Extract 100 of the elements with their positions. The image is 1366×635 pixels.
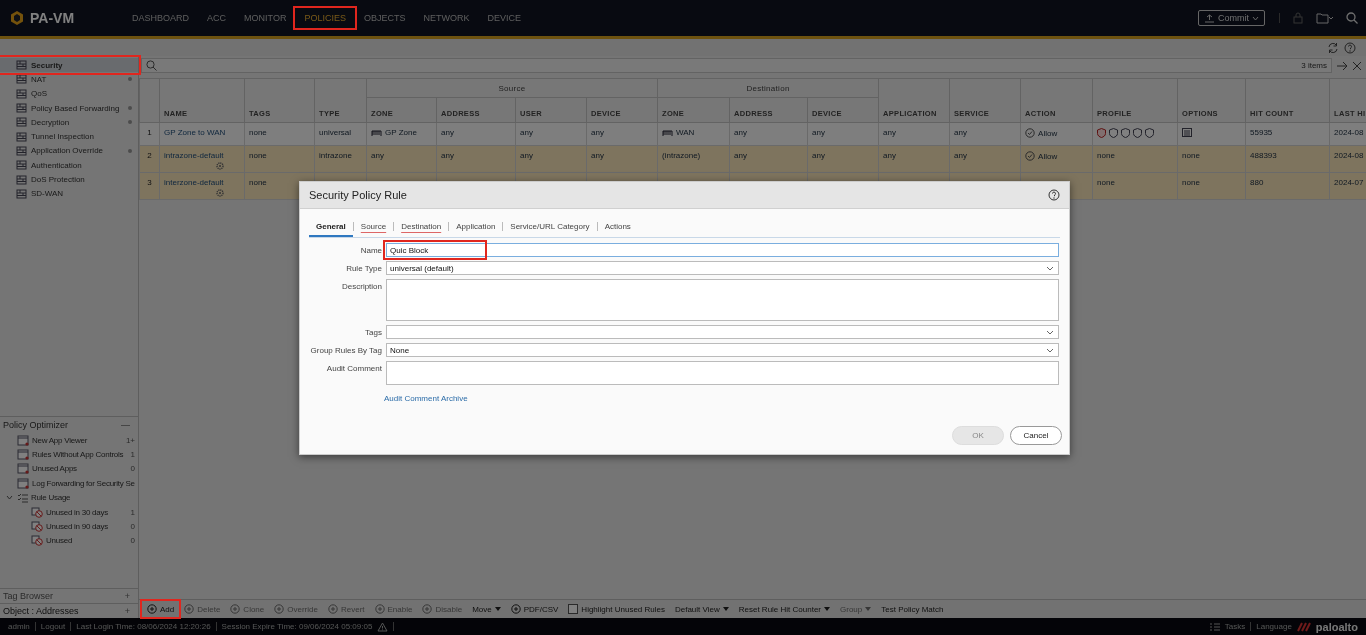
dropdown-field[interactable]: universal (default) <box>386 261 1059 275</box>
search-field[interactable]: 3 items <box>141 58 1332 73</box>
zone-icon <box>662 128 674 137</box>
logout-link[interactable]: Logout <box>40 622 66 631</box>
expand-toggle[interactable]: + <box>124 606 130 616</box>
dialog-tab[interactable]: Application <box>449 221 503 237</box>
options-icon <box>1182 128 1193 137</box>
policy-nav-item[interactable]: SD-WAN <box>0 186 138 201</box>
commit-button[interactable]: Commit <box>1198 10 1265 26</box>
table-cell: 3 <box>147 178 152 187</box>
panel-title: Object : Addresses <box>3 606 79 616</box>
text-area[interactable] <box>386 361 1059 385</box>
folder-icon[interactable] <box>1316 12 1334 24</box>
dropdown-button[interactable]: Reset Rule Hit Counter <box>734 602 834 616</box>
dialog-tab[interactable]: Actions <box>597 221 638 237</box>
archive-link[interactable]: Audit Comment Archive <box>384 394 468 403</box>
chevron-down-icon <box>1046 265 1054 271</box>
table-row[interactable]: 1 GP Zone to WAN none universal GP Zone any any any WAN any any any any Allow 55935 2024-08 <box>139 122 1366 146</box>
optimizer-item[interactable]: Log Forwarding for Security Se <box>0 476 138 491</box>
circle-icon <box>327 604 338 614</box>
app-window-icon <box>17 434 29 446</box>
collapse-toggle[interactable]: — <box>121 419 130 430</box>
table-cell: 488393 <box>1250 151 1277 160</box>
toolbar-button[interactable]: Test Policy Match <box>877 602 948 616</box>
nav-tab[interactable]: OBJECTS <box>355 9 414 27</box>
caret-icon <box>722 607 729 611</box>
policy-nav-item[interactable]: Decryption <box>0 115 138 130</box>
dialog-tab[interactable]: Service/URL Category <box>503 221 597 237</box>
gear-icon <box>216 189 224 197</box>
policy-nav-item[interactable]: Tunnel Inspection <box>0 129 138 144</box>
policy-nav-item[interactable]: Policy Based Forwarding <box>0 100 138 116</box>
table-cell: any <box>734 128 747 137</box>
policy-icon <box>16 160 27 171</box>
help-icon[interactable] <box>1344 41 1356 54</box>
field-label: Group Rules By Tag <box>309 345 382 355</box>
text-area[interactable] <box>386 279 1059 321</box>
expand-toggle[interactable]: + <box>124 591 130 601</box>
policy-nav-item[interactable]: Application Override <box>0 143 138 159</box>
dropdown-button[interactable]: Default View <box>670 602 733 616</box>
dropdown-field[interactable] <box>386 325 1059 339</box>
nav-tab[interactable]: DASHBOARD <box>124 9 198 27</box>
table-cell: any <box>371 151 384 160</box>
dialog-title: Security Policy Rule <box>309 189 407 201</box>
nav-tab[interactable]: ACC <box>199 9 235 27</box>
toolbar-button[interactable]: Add <box>143 602 179 616</box>
optimizer-item[interactable]: Rules Without App Controls 1 <box>0 447 138 462</box>
policy-nav-item[interactable]: NAT <box>0 72 138 87</box>
table-cell: any <box>812 128 825 137</box>
nav-tab[interactable]: MONITOR <box>236 9 295 27</box>
search-icon <box>146 60 157 71</box>
optimizer-item[interactable]: Rule Usage <box>0 490 138 505</box>
dropdown-field[interactable]: None <box>386 343 1059 357</box>
policy-nav-item[interactable]: QoS <box>0 86 138 101</box>
dialog-tab[interactable]: Source <box>353 221 394 237</box>
toolbar-button[interactable]: PDF/CSV <box>506 602 563 616</box>
warning-icon[interactable] <box>377 621 389 632</box>
nav-tab[interactable]: DEVICE <box>479 9 529 27</box>
optimizer-item[interactable]: Unused in 30 days 1 <box>0 504 138 520</box>
name-field[interactable]: Quic Block <box>386 243 1059 257</box>
dialog-tab[interactable]: General <box>309 221 353 237</box>
optimizer-item[interactable]: New App Viewer 1+ <box>0 432 138 448</box>
app-window-icon <box>17 448 29 460</box>
table-cell: none <box>249 151 267 160</box>
caret-icon <box>865 607 872 611</box>
policy-nav-item[interactable]: Authentication <box>0 158 138 173</box>
table-cell: any <box>954 128 967 137</box>
list-icon <box>17 492 28 503</box>
nav-tab[interactable]: POLICIES <box>296 9 354 27</box>
close-icon[interactable] <box>1352 60 1362 71</box>
help-icon[interactable] <box>1048 189 1060 201</box>
arrow-right-icon[interactable] <box>1336 60 1348 71</box>
zone-name: GP Zone <box>385 128 417 137</box>
nav-tab[interactable]: NETWORK <box>415 9 478 27</box>
table-cell: any <box>591 151 604 160</box>
checkbox[interactable] <box>568 604 579 614</box>
checkbox-label[interactable]: Highlight Unused Rules <box>581 604 665 614</box>
zone-icon <box>371 128 382 137</box>
table-cell: universal <box>319 128 351 137</box>
action-label: Allow <box>1038 128 1058 138</box>
table-row[interactable]: 2 intrazone-default none intrazone any any any any (intrazone) any any any any Allow none none 488393 2024-08 <box>139 145 1366 173</box>
refresh-icon[interactable] <box>1327 41 1339 54</box>
language-link[interactable]: Language <box>1256 622 1292 631</box>
policy-nav-item[interactable]: Security <box>0 58 138 73</box>
caret-icon <box>494 607 501 611</box>
gear-icon <box>216 162 224 170</box>
dialog-button[interactable]: Cancel <box>1010 426 1062 445</box>
field-label: Name <box>359 245 382 255</box>
tasks-link[interactable]: Tasks <box>1224 622 1246 631</box>
panel-title: Policy Optimizer <box>3 419 68 430</box>
upload-icon <box>1204 13 1215 23</box>
policy-nav-item[interactable]: DoS Protection <box>0 172 138 187</box>
policy-icon <box>16 117 27 128</box>
brand-icon <box>1296 621 1311 632</box>
field-label: Description <box>341 281 382 291</box>
dialog-tab[interactable]: Destination <box>394 221 449 237</box>
search-icon[interactable] <box>1346 12 1358 24</box>
dropdown-button[interactable]: Move <box>468 602 505 616</box>
check-circle-icon <box>1025 151 1036 161</box>
checkbox-row[interactable]: Highlight Unused Rules <box>564 602 669 616</box>
expand-icon[interactable] <box>6 495 13 501</box>
